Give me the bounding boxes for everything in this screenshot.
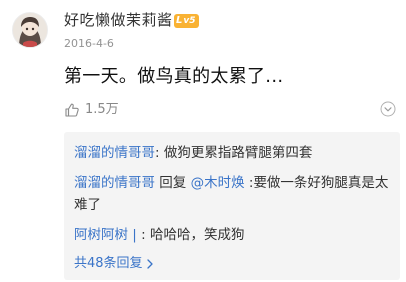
avatar-image bbox=[13, 13, 47, 47]
avatar[interactable] bbox=[12, 12, 48, 48]
reply-author[interactable]: 溜溜的情哥哥 bbox=[74, 175, 155, 191]
reply-word: 回复 bbox=[155, 175, 191, 191]
reply-author-badge: | bbox=[128, 227, 142, 243]
reply-author[interactable]: 阿树阿树 bbox=[74, 227, 128, 243]
reply-separator: : bbox=[155, 145, 164, 161]
reply-text: 哈哈哈，笑成狗 bbox=[149, 227, 245, 243]
comment-date: 2016-4-6 bbox=[64, 37, 114, 50]
chevron-right-icon bbox=[146, 259, 153, 269]
replies-panel: 溜溜的情哥哥: 做狗更累指路臂腿第四套 溜溜的情哥哥 回复 @木时焕 :要做一条… bbox=[64, 132, 400, 280]
level-badge: L v5 bbox=[174, 14, 199, 28]
reply-item[interactable]: 溜溜的情哥哥: 做狗更累指路臂腿第四套 bbox=[74, 142, 390, 164]
reply-text: 做狗更累指路臂腿第四套 bbox=[163, 145, 313, 161]
like-count: 1.5万 bbox=[85, 102, 119, 117]
comment-actions: 1.5万 bbox=[64, 101, 119, 119]
reply-author[interactable]: 溜溜的情哥哥 bbox=[74, 145, 155, 161]
level-badge-text: v5 bbox=[183, 16, 196, 26]
comment-text: 第一天。做鸟真的太累了... bbox=[64, 66, 284, 87]
more-replies-label: 共48条回复 bbox=[74, 256, 143, 271]
thumbs-up-icon[interactable] bbox=[64, 102, 80, 118]
reply-item[interactable]: 溜溜的情哥哥 回复 @木时焕 :要做一条好狗腿真是太难了 bbox=[74, 172, 390, 216]
reply-item[interactable]: 阿树阿树 | : 哈哈哈，笑成狗 bbox=[74, 224, 390, 246]
username[interactable]: 好吃懒做茉莉酱 bbox=[64, 9, 173, 31]
level-badge-prefix: L bbox=[176, 15, 183, 26]
more-replies-link[interactable]: 共48条回复 bbox=[74, 254, 390, 274]
reply-separator: : bbox=[141, 227, 150, 243]
reply-mention[interactable]: @木时焕 bbox=[191, 175, 245, 191]
chevron-down-icon[interactable] bbox=[380, 101, 396, 117]
